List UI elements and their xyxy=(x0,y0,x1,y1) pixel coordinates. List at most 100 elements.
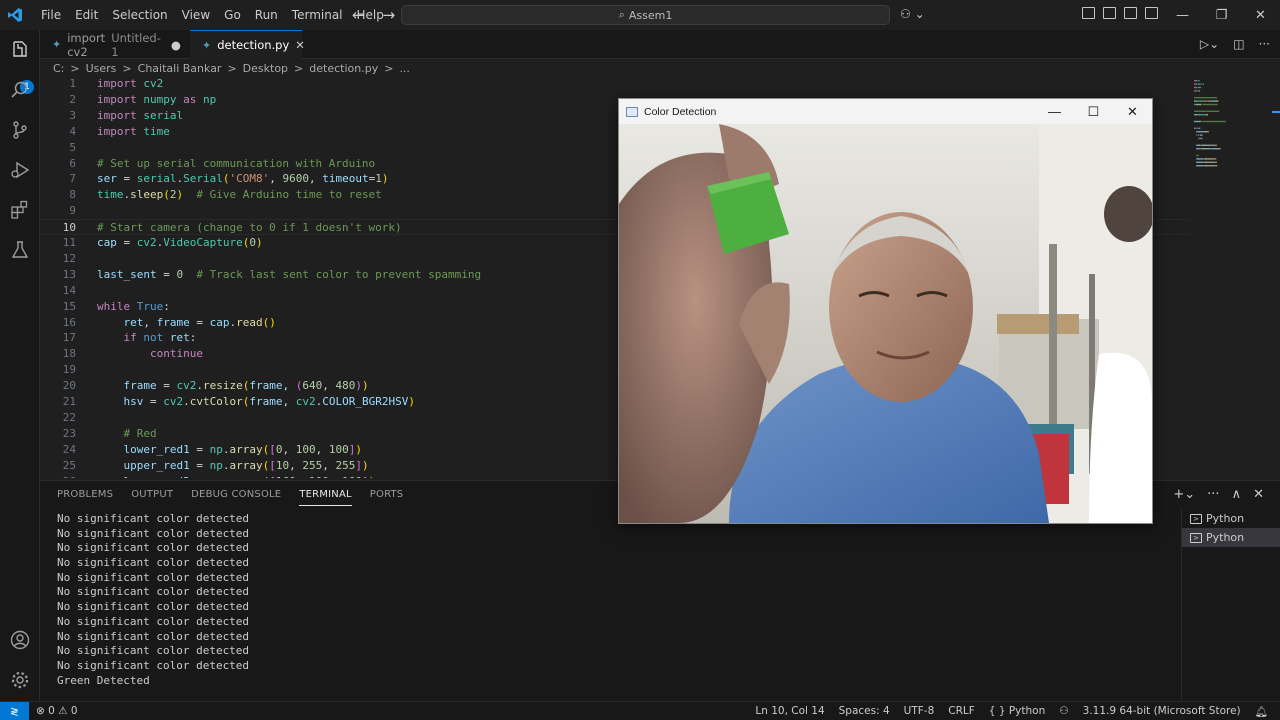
run-python-file-icon[interactable]: ▷⌄ xyxy=(1200,37,1219,51)
title-bar: File Edit Selection View Go Run Terminal Help ←… xyxy=(0,0,1280,30)
code-token: = xyxy=(116,236,137,249)
toggle-primary-sidebar-icon[interactable] xyxy=(1103,7,1116,19)
panel-tab-problems[interactable]: PROBLEMS xyxy=(57,489,113,506)
minimap-stroke xyxy=(1196,131,1198,133)
terminal-instance[interactable]: > Python xyxy=(1182,528,1280,547)
terminal-line: No significant color detected xyxy=(57,644,250,658)
minimap-stroke xyxy=(1197,131,1199,133)
code-line[interactable]: 1 import cv2 xyxy=(40,76,1190,92)
panel-tab-ports[interactable]: PORTS xyxy=(370,489,404,506)
cursor-position[interactable]: Ln 10, Col 14 xyxy=(755,705,824,718)
breadcrumb: C: > Users > Chaitali Bankar > Desktop > detecti… xyxy=(53,61,410,75)
copilot-status-icon[interactable]: ⚇ xyxy=(1059,705,1068,718)
breadcrumb-item[interactable]: Desktop xyxy=(243,62,288,75)
code-token: , xyxy=(282,379,296,393)
breadcrumb-item[interactable]: Users xyxy=(86,62,117,75)
explorer-icon[interactable] xyxy=(8,38,32,62)
menu-item-run[interactable]: Run xyxy=(248,0,285,30)
tab-close-icon[interactable]: ✕ xyxy=(295,38,305,52)
run-debug-icon[interactable] xyxy=(8,158,32,182)
more-actions-icon[interactable]: ··· xyxy=(1207,487,1219,502)
maximize-icon[interactable]: ☐ xyxy=(1074,104,1113,120)
minimap-stroke xyxy=(1203,165,1205,167)
close-panel-icon[interactable]: ✕ xyxy=(1253,487,1264,502)
editor-scrollbar[interactable] xyxy=(1270,76,1280,478)
copilot-icon[interactable]: ⚇ ⌄ xyxy=(900,7,925,21)
code-token: time xyxy=(143,124,170,138)
minimap-stroke xyxy=(1200,144,1203,146)
breadcrumb-item[interactable]: C: xyxy=(53,62,64,75)
code-token: as xyxy=(183,92,197,106)
breadcrumb-separator: > xyxy=(294,61,304,75)
new-terminal-icon[interactable]: +⌄ xyxy=(1173,487,1195,502)
forward-arrow-icon[interactable]: → xyxy=(383,6,396,24)
command-center-search[interactable]: ⌕ Assem1 xyxy=(401,5,890,25)
minimize-icon[interactable]: — xyxy=(1163,8,1202,23)
code-token: cvtColor xyxy=(189,395,243,408)
code-token: 0 xyxy=(249,236,256,249)
terminal-instance-label: Python xyxy=(1206,512,1245,525)
code-token: time xyxy=(97,188,124,202)
menu-item-edit[interactable]: Edit xyxy=(68,0,105,30)
layout-controls xyxy=(1082,7,1158,19)
menu-item-selection[interactable]: Selection xyxy=(105,0,174,30)
source-control-icon[interactable] xyxy=(8,118,32,142)
indentation[interactable]: Spaces: 4 xyxy=(839,705,890,718)
terminal-instance[interactable]: > Python xyxy=(1182,509,1280,528)
code-token: () xyxy=(262,315,276,329)
cv-window-titlebar[interactable]: Color Detection — ☐ ✕ xyxy=(619,99,1152,124)
terminal-output[interactable]: No significant color detected No signific… xyxy=(57,512,249,688)
panel-tab-debug-console[interactable]: DEBUG CONSOLE xyxy=(191,489,281,506)
remote-indicator-icon[interactable]: ≷ xyxy=(0,702,29,720)
language-mode[interactable]: { } Python xyxy=(989,705,1045,718)
file-encoding[interactable]: UTF-8 xyxy=(904,705,935,718)
breadcrumb-item[interactable]: Chaitali Bankar xyxy=(138,62,222,75)
manage-gear-icon[interactable] xyxy=(8,668,32,692)
menu-item-file[interactable]: File xyxy=(34,0,68,30)
back-arrow-icon[interactable]: ← xyxy=(352,6,365,24)
minimize-icon[interactable]: — xyxy=(1035,104,1074,119)
code-token: array xyxy=(229,458,263,472)
panel-tab-terminal[interactable]: TERMINAL xyxy=(299,489,352,506)
code-text: import serial xyxy=(97,108,183,124)
menu-item-view[interactable]: View xyxy=(175,0,217,30)
unsaved-dot-icon[interactable]: ● xyxy=(171,38,181,52)
minimap[interactable] xyxy=(1190,76,1270,196)
tab-untitled-1[interactable]: ✦ import cv2 Untitled-1 ● xyxy=(40,30,190,59)
code-token: = xyxy=(189,458,210,472)
testing-flask-icon[interactable] xyxy=(8,238,32,262)
toggle-panel-icon[interactable] xyxy=(1124,7,1137,19)
code-token: continue xyxy=(149,347,203,361)
search-view-icon[interactable] xyxy=(8,78,32,102)
notifications-bell-icon[interactable]: 🔔︎ xyxy=(1255,705,1268,718)
customize-layout-icon[interactable] xyxy=(1082,7,1095,19)
panel-tab-output[interactable]: OUTPUT xyxy=(131,489,173,506)
python-interpreter[interactable]: 3.11.9 64-bit (Microsoft Store) xyxy=(1083,705,1241,718)
line-number: 23 xyxy=(62,426,76,440)
minimap-stroke xyxy=(1203,161,1205,163)
code-token: array xyxy=(229,475,262,479)
code-token: ) xyxy=(361,458,369,472)
line-number: 22 xyxy=(62,410,76,424)
toggle-secondary-sidebar-icon[interactable] xyxy=(1145,7,1158,19)
breadcrumb-item[interactable]: ... xyxy=(399,62,410,75)
problems-count[interactable]: ⊗ 0 ⚠ 0 xyxy=(36,705,78,717)
breadcrumb-item[interactable]: detection.py xyxy=(309,62,378,75)
minimap-stroke xyxy=(1196,144,1199,146)
maximize-icon[interactable]: ❐ xyxy=(1202,8,1241,23)
close-icon[interactable]: ✕ xyxy=(1241,8,1280,23)
close-icon[interactable]: ✕ xyxy=(1113,104,1152,120)
split-editor-icon[interactable]: ◫ xyxy=(1233,37,1244,51)
line-number: 6 xyxy=(69,156,76,170)
account-icon[interactable] xyxy=(8,628,32,652)
menu-item-terminal[interactable]: Terminal xyxy=(285,0,350,30)
maximize-panel-icon[interactable]: ∧ xyxy=(1232,487,1242,502)
line-ending[interactable]: CRLF xyxy=(948,705,975,718)
extensions-icon[interactable] xyxy=(8,198,32,222)
tab-detection-py[interactable]: ✦ detection.py ✕ xyxy=(190,30,305,59)
menu-item-go[interactable]: Go xyxy=(217,0,248,30)
more-actions-icon[interactable]: ··· xyxy=(1259,37,1270,51)
code-token: # Set up serial communication with Ardui… xyxy=(97,156,376,170)
